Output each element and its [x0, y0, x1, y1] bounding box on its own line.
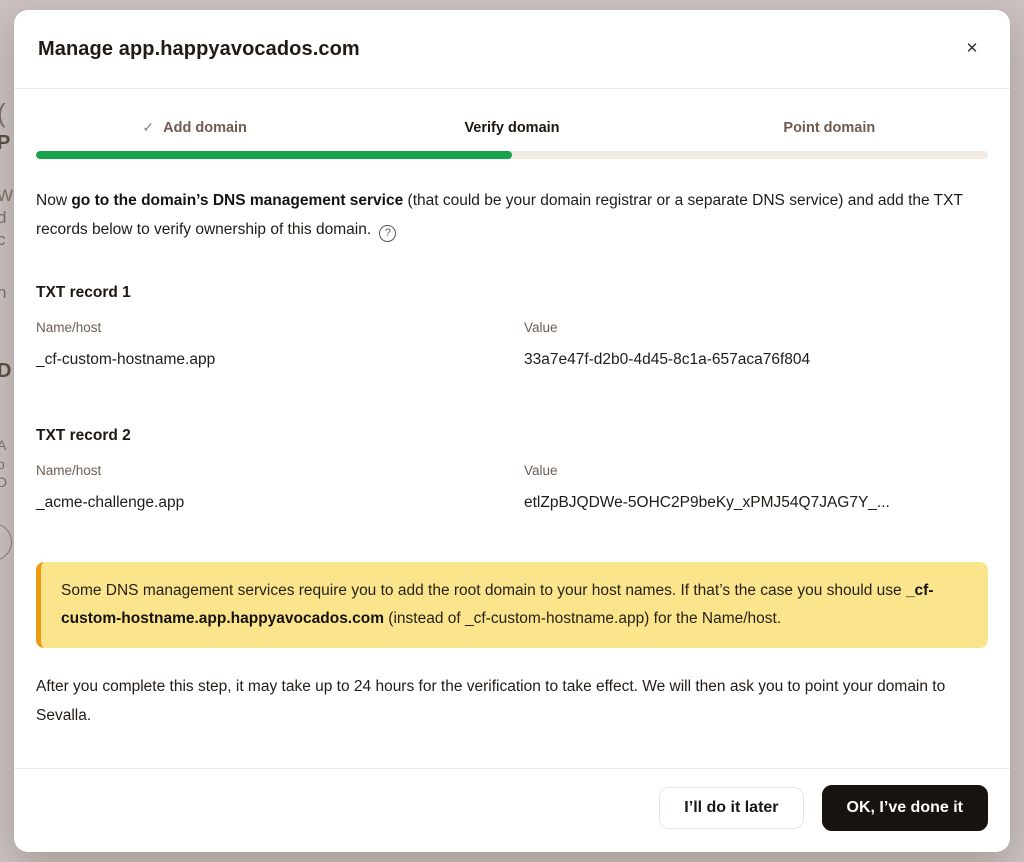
do-it-later-button[interactable]: I’ll do it later [659, 787, 803, 829]
progress-bar-track [36, 151, 988, 159]
record-value-value: 33a7e47f-d2b0-4d45-8c1a-657aca76f804 [524, 351, 988, 369]
step-label: Verify domain [464, 120, 559, 136]
dialog-body: ✓ Add domain Verify domain Point domain … [14, 89, 1010, 768]
value-label: Value [524, 320, 988, 335]
backdrop-text-fragment: d [0, 208, 6, 228]
backdrop-circle-shape [0, 523, 12, 561]
stepper: ✓ Add domain Verify domain Point domain [36, 119, 988, 136]
backdrop-text-fragment: D [0, 474, 7, 490]
dns-root-domain-warning: Some DNS management services require you… [36, 562, 988, 648]
instructions-bold: go to the domain’s DNS management servic… [71, 192, 403, 209]
step-point-domain: Point domain [671, 119, 988, 136]
step-add-domain: ✓ Add domain [36, 119, 353, 136]
record-value-value: etlZpBJQDWe-5OHC2P9beKy_xPMJ54Q7JAG7Y_..… [524, 494, 988, 512]
name-host-label: Name/host [36, 463, 524, 478]
instructions-pre: Now [36, 192, 71, 209]
backdrop-text-fragment: A [0, 437, 6, 453]
ok-done-button[interactable]: OK, I’ve done it [822, 785, 988, 831]
dialog-header: Manage app.happyavocados.com ✕ [14, 10, 1010, 89]
backdrop-text-fragment: c [0, 230, 6, 250]
dialog-footer: I’ll do it later OK, I’ve done it [14, 768, 1010, 852]
step-label: Point domain [783, 120, 875, 136]
record-name-value: _acme-challenge.app [36, 494, 524, 512]
backdrop-text-fragment: D [0, 360, 11, 383]
backdrop-text-fragment: ( [0, 98, 6, 129]
backdrop-text-fragment: P [0, 132, 10, 155]
dialog-title: Manage app.happyavocados.com [38, 38, 360, 61]
record-name-value: _cf-custom-hostname.app [36, 351, 524, 369]
manage-domain-dialog: Manage app.happyavocados.com ✕ ✓ Add dom… [14, 10, 1010, 852]
warning-pre: Some DNS management services require you… [61, 582, 906, 599]
close-icon[interactable]: ✕ [958, 35, 986, 63]
value-label: Value [524, 463, 988, 478]
record-title: TXT record 1 [36, 284, 988, 302]
step-verify-domain: Verify domain [353, 119, 670, 136]
warning-post: (instead of _cf-custom-hostname.app) for… [384, 610, 781, 627]
instructions-text: Now go to the domain’s DNS management se… [36, 186, 988, 244]
backdrop-text-fragment: b [0, 456, 5, 472]
progress-fill [36, 151, 512, 159]
step-label: Add domain [163, 120, 247, 136]
step-check-icon: ✓ [142, 119, 154, 136]
help-icon[interactable]: ? [379, 225, 396, 242]
txt-record-1: TXT record 1 Name/host Value _cf-custom-… [36, 284, 988, 369]
backdrop-text-fragment: W [0, 186, 13, 206]
txt-record-2: TXT record 2 Name/host Value _acme-chall… [36, 427, 988, 512]
verification-delay-text: After you complete this step, it may tak… [36, 672, 988, 730]
name-host-label: Name/host [36, 320, 524, 335]
record-title: TXT record 2 [36, 427, 988, 445]
backdrop-text-fragment: h [0, 283, 6, 303]
